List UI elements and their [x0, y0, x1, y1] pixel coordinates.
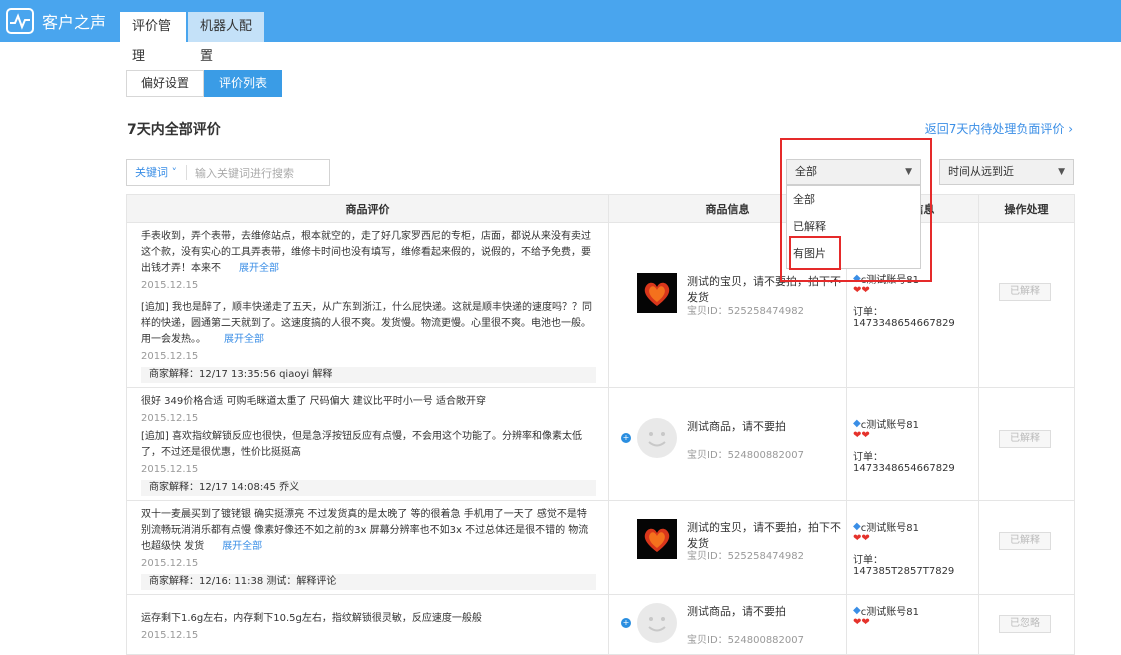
review-text: 很好 349价格合适 可购毛眯道太重了 尺码偏大 建议比平时小一号 适合敞开穿	[141, 396, 486, 407]
review-content: 双十一麦晨买到了镀铑银 确实挺漂亮 不过发货真的是太晚了 等的很着急 手机用了一…	[141, 509, 589, 552]
column-header-action: 操作处理	[978, 194, 1075, 223]
product-thumbnail[interactable]	[637, 418, 677, 458]
column-header-review: 商品评价	[126, 194, 609, 223]
heart-icon: ❤❤	[853, 285, 870, 296]
heart-icon: ❤❤	[853, 533, 870, 544]
plus-icon[interactable]: +	[621, 433, 631, 443]
highlight-box	[789, 236, 841, 270]
review-cell: 手表收到，弄个表带，去维修站点，根本就空的，走了好几家罗西尼的专柜，店面，都说从…	[126, 222, 609, 388]
append-text: [追加] 我也是醉了，顺丰快递走了五天，从广东到浙江，什么屁快递。这就是顺丰快递…	[141, 300, 596, 348]
table-row: 很好 349价格合适 可购毛眯道太重了 尺码偏大 建议比平时小一号 适合敞开穿 …	[126, 387, 1075, 501]
explained-button[interactable]: 已解释	[999, 283, 1051, 301]
tag-icon: ◆	[853, 418, 861, 429]
chevron-down-icon: ▼	[1058, 167, 1065, 177]
review-table: 商品评价 商品信息 买家信息 操作处理 手表收到，弄个表带，去维修站点，根本就空…	[126, 194, 1075, 655]
review-cell: 双十一麦晨买到了镀铑银 确实挺漂亮 不过发货真的是太晚了 等的很着急 手机用了一…	[126, 500, 609, 595]
product-name[interactable]: 测试商品，请不要拍	[687, 603, 786, 619]
tab-review-list[interactable]: 评价列表	[204, 70, 283, 97]
back-link[interactable]: 返回7天内待处理负面评价 ›	[925, 120, 1073, 137]
heart-icon: ❤❤	[853, 617, 870, 628]
merchant-reply: 商家解释：12/16: 11:38 测试：解释评论	[141, 574, 596, 590]
top-bar: 客户之声 评价管理 机器人配置	[0, 0, 1121, 64]
table-row: 手表收到，弄个表带，去维修站点，根本就空的，走了好几家罗西尼的专柜，店面，都说从…	[126, 222, 1075, 388]
action-cell: 已解释	[978, 500, 1075, 595]
buyer-cell: ◆ c测试账号81 ❤❤ 订单：1473348654667829	[846, 387, 979, 501]
review-cell: 很好 349价格合适 可购毛眯道太重了 尺码偏大 建议比平时小一号 适合敞开穿 …	[126, 387, 609, 501]
sub-tabs: 偏好设置 评价列表	[126, 70, 283, 97]
expand-link[interactable]: 展开全部	[239, 263, 279, 274]
buyer-name[interactable]: c测试账号81	[861, 416, 919, 431]
review-content: 手表收到，弄个表带，去维修站点，根本就空的，走了好几家罗西尼的专柜，店面，都说从…	[141, 231, 591, 274]
product-cell: + 测试商品，请不要拍 宝贝ID：524800882007	[608, 387, 847, 501]
review-date: 2015.12.15	[141, 630, 199, 641]
buyer-name[interactable]: c测试账号81	[861, 603, 919, 618]
explained-button[interactable]: 已解释	[999, 532, 1051, 550]
app-name: 客户之声	[42, 13, 107, 32]
smiley-icon	[648, 432, 666, 447]
order-number: 订单：1473348654667829	[853, 452, 955, 474]
logo-icon	[6, 8, 34, 34]
review-cell: 运存剩下1.6g左右，内存剩下10.5g左右，指纹解锁很灵敏，反应速度一般般 2…	[126, 594, 609, 655]
buyer-cell: ◆ c测试账号81 ❤❤ 订单：147385T2857T7829	[846, 500, 979, 595]
buyer-name[interactable]: c测试账号81	[861, 519, 919, 534]
product-thumbnail[interactable]	[637, 273, 677, 313]
keyword-dropdown[interactable]: 关键词 ˅	[127, 165, 187, 180]
table-row: 双十一麦晨买到了镀铑银 确实挺漂亮 不过发货真的是太晚了 等的很着急 手机用了一…	[126, 500, 1075, 595]
buyer-cell: ◆ c测试账号81 ❤❤	[846, 594, 979, 655]
product-id: 宝贝ID：525258474982	[687, 306, 804, 317]
merchant-reply: 商家解释：12/17 13:35:56 qiaoyi 解释	[141, 367, 596, 383]
append-date: 2015.12.15	[141, 464, 199, 475]
tag-icon: ◆	[853, 605, 861, 616]
sort-select[interactable]: 时间从远到近 ▼	[939, 159, 1074, 185]
app-logo: 客户之声	[6, 8, 106, 34]
search-box: 关键词 ˅ 输入关键词进行搜索	[126, 159, 330, 186]
order-number: 订单：1473348654667829	[853, 307, 955, 329]
explained-button[interactable]: 已解释	[999, 430, 1051, 448]
review-text: 双十一麦晨买到了镀铑银 确实挺漂亮 不过发货真的是太晚了 等的很着急 手机用了一…	[141, 507, 596, 555]
heart-image	[644, 528, 670, 552]
chevron-down-icon: ˅	[168, 166, 177, 179]
review-date: 2015.12.15	[141, 280, 199, 291]
product-thumbnail[interactable]	[637, 603, 677, 643]
expand-link[interactable]: 展开全部	[224, 334, 264, 345]
tab-robot-config[interactable]: 机器人配置	[188, 12, 264, 64]
tab-preference-settings[interactable]: 偏好设置	[126, 70, 205, 97]
review-date: 2015.12.15	[141, 558, 199, 569]
order-number: 订单：147385T2857T7829	[853, 555, 955, 577]
keyword-label: 关键词	[135, 166, 168, 179]
search-input[interactable]: 输入关键词进行搜索	[187, 165, 294, 181]
review-text: 运存剩下1.6g左右，内存剩下10.5g左右，指纹解锁很灵敏，反应速度一般般	[141, 613, 482, 624]
product-cell: 测试的宝贝，请不要拍，拍下不发货 宝贝ID：525258474982	[608, 500, 847, 595]
append-content: [追加] 我也是醉了，顺丰快递走了五天，从广东到浙江，什么屁快递。这就是顺丰快递…	[141, 302, 592, 345]
back-link-label: 返回7天内待处理负面评价	[924, 122, 1065, 136]
merchant-reply: 商家解释：12/17 14:08:45 乔义	[141, 480, 596, 496]
tag-icon: ◆	[853, 521, 861, 532]
action-cell: 已解释	[978, 222, 1075, 388]
smiley-icon	[648, 617, 666, 632]
product-id: 宝贝ID：524800882007	[687, 635, 804, 646]
product-cell: + 测试商品，请不要拍 宝贝ID：524800882007	[608, 594, 847, 655]
tab-review-management[interactable]: 评价管理	[120, 12, 186, 64]
product-id: 宝贝ID：525258474982	[687, 551, 804, 562]
section-title: 7天内全部评价	[127, 122, 221, 138]
plus-icon[interactable]: +	[621, 618, 631, 628]
product-name[interactable]: 测试商品，请不要拍	[687, 418, 786, 434]
review-date: 2015.12.15	[141, 413, 199, 424]
table-row: 运存剩下1.6g左右，内存剩下10.5g左右，指纹解锁很灵敏，反应速度一般般 2…	[126, 594, 1075, 655]
sort-selected-value: 时间从远到近	[948, 165, 1014, 178]
product-id: 宝贝ID：524800882007	[687, 450, 804, 461]
append-date: 2015.12.15	[141, 351, 199, 362]
append-text: [追加] 喜欢指纹解锁反应也很快，但是急浮按钮反应有点慢，不会用这个功能了。分辨…	[141, 431, 582, 458]
review-text: 手表收到，弄个表带，去维修站点，根本就空的，走了好几家罗西尼的专柜，店面，都说从…	[141, 229, 596, 277]
heart-image	[644, 282, 670, 306]
action-cell: 已忽略	[978, 594, 1075, 655]
heart-icon: ❤❤	[853, 430, 870, 441]
action-cell: 已解释	[978, 387, 1075, 501]
expand-link[interactable]: 展开全部	[222, 541, 262, 552]
ignored-button[interactable]: 已忽略	[999, 615, 1051, 633]
product-thumbnail[interactable]	[637, 519, 677, 559]
chevron-right-icon: ›	[1068, 122, 1073, 136]
